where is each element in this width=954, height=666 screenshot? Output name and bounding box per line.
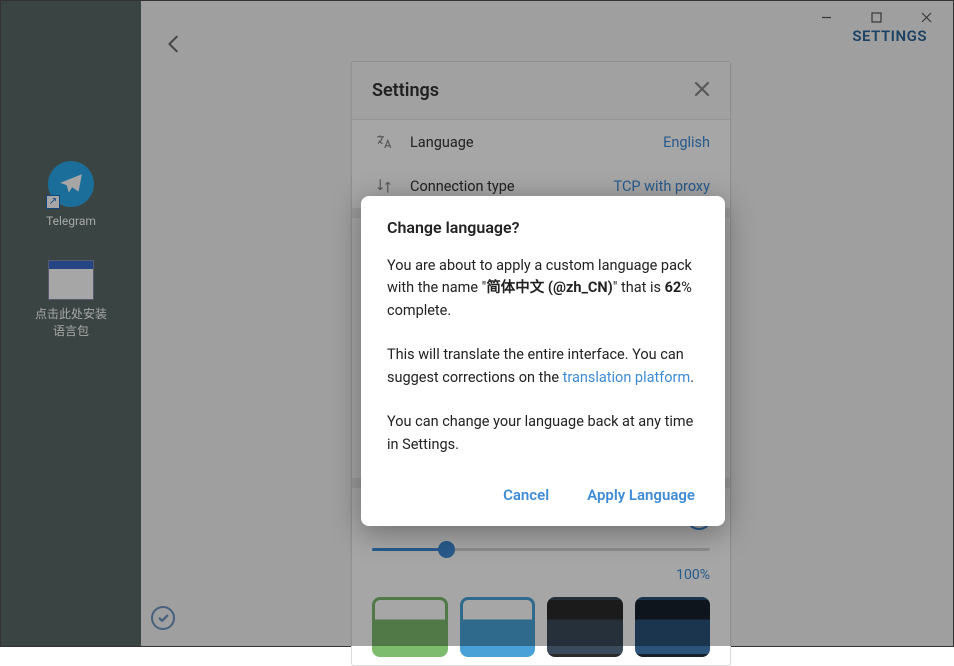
apply-language-button[interactable]: Apply Language	[583, 478, 699, 512]
text: " that is	[613, 279, 665, 296]
dialog-body-2: This will translate the entire interface…	[387, 344, 699, 389]
completion-pct: 62	[665, 279, 682, 296]
change-language-dialog: Change language? You are about to apply …	[361, 196, 725, 526]
dialog-body-3: You can change your language back at any…	[387, 411, 699, 456]
translation-platform-link[interactable]: translation platform	[563, 369, 691, 386]
langpack-name: 简体中文 (@zh_CN)	[486, 279, 612, 296]
text: .	[690, 369, 694, 386]
dialog-body-1: You are about to apply a custom language…	[387, 255, 699, 322]
dialog-title: Change language?	[387, 218, 699, 237]
dialog-buttons: Cancel Apply Language	[387, 478, 699, 512]
cancel-button[interactable]: Cancel	[499, 478, 553, 512]
